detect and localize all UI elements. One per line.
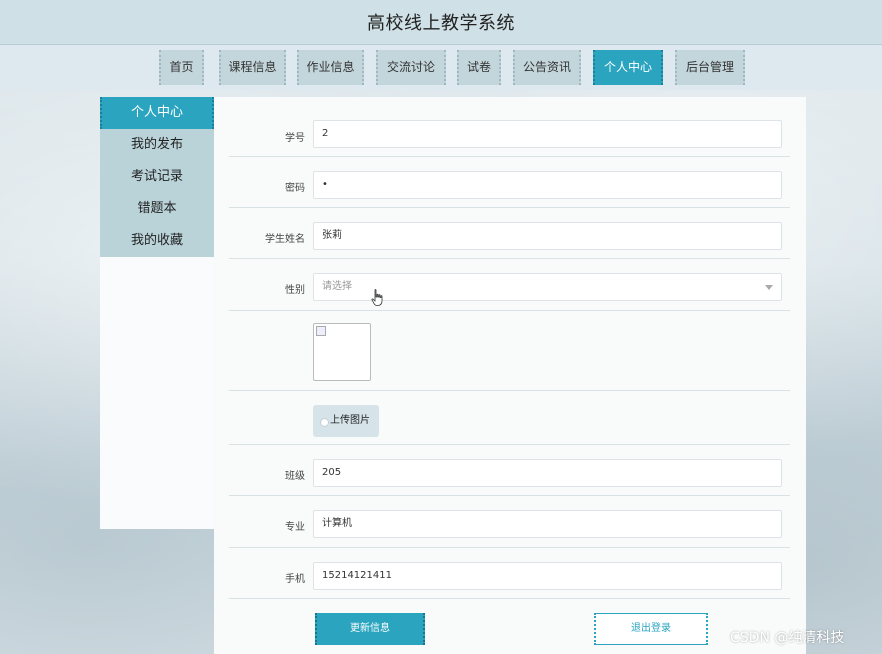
form-row-password: 密码 • xyxy=(229,156,790,208)
nav-item-profile[interactable]: 个人中心 xyxy=(593,50,663,85)
sidebar-item-profile[interactable]: 个人中心 xyxy=(100,97,214,129)
form-row-upload: 上传图片 xyxy=(229,390,790,445)
sidebar: 个人中心 我的发布 考试记录 错题本 我的收藏 xyxy=(100,97,214,529)
nav-item-admin[interactable]: 后台管理 xyxy=(675,50,745,85)
watermark: CSDN @纯清科技 xyxy=(730,630,845,646)
major-label: 专业 xyxy=(285,522,305,533)
site-title: 高校线上教学系统 xyxy=(367,13,515,34)
form-row-name: 学生姓名 张莉 xyxy=(229,207,790,259)
nav-item-homework[interactable]: 作业信息 xyxy=(297,50,364,85)
sidebar-item-exam-records[interactable]: 考试记录 xyxy=(100,161,214,193)
phone-input[interactable]: 15214121411 xyxy=(313,562,782,590)
form-row-phone: 手机 15214121411 xyxy=(229,547,790,599)
nav-item-home[interactable]: 首页 xyxy=(159,50,204,85)
update-info-button[interactable]: 更新信息 xyxy=(315,613,425,645)
major-input[interactable]: 计算机 xyxy=(313,510,782,538)
sidebar-item-favorites[interactable]: 我的收藏 xyxy=(100,225,214,257)
gender-select-placeholder: 请选择 xyxy=(322,281,352,292)
profile-form-panel: 学号 2 密码 • 学生姓名 张莉 性别 请选择 上传图片 班级 205 专业 … xyxy=(214,97,806,654)
password-label: 密码 xyxy=(285,183,305,194)
upload-icon xyxy=(320,418,329,427)
form-row-student-id: 学号 2 xyxy=(229,97,790,157)
sidebar-menu: 个人中心 我的发布 考试记录 错题本 我的收藏 xyxy=(100,97,214,257)
gender-label: 性别 xyxy=(285,285,305,296)
student-id-input[interactable]: 2 xyxy=(313,120,782,148)
class-input[interactable]: 205 xyxy=(313,459,782,487)
name-label: 学生姓名 xyxy=(265,234,305,245)
nav-item-discussion[interactable]: 交流讨论 xyxy=(376,50,446,85)
name-input[interactable]: 张莉 xyxy=(313,222,782,250)
phone-label: 手机 xyxy=(285,574,305,585)
form-row-class: 班级 205 xyxy=(229,444,790,496)
sidebar-item-wrong-questions[interactable]: 错题本 xyxy=(100,193,214,225)
nav-item-courses[interactable]: 课程信息 xyxy=(219,50,286,85)
site-header: 高校线上教学系统 xyxy=(0,0,882,45)
upload-image-button[interactable]: 上传图片 xyxy=(313,405,379,437)
class-label: 班级 xyxy=(285,471,305,482)
nav-item-exam[interactable]: 试卷 xyxy=(457,50,501,85)
password-input[interactable]: • xyxy=(313,171,782,199)
sidebar-item-my-posts[interactable]: 我的发布 xyxy=(100,129,214,161)
student-id-label: 学号 xyxy=(285,133,305,144)
top-nav: 首页 课程信息 作业信息 交流讨论 试卷 公告资讯 个人中心 后台管理 xyxy=(0,45,882,90)
chevron-down-icon xyxy=(765,285,773,290)
form-row-avatar xyxy=(229,310,790,391)
nav-item-news[interactable]: 公告资讯 xyxy=(513,50,581,85)
broken-image-icon xyxy=(316,326,326,336)
upload-image-label: 上传图片 xyxy=(330,415,370,426)
form-row-major: 专业 计算机 xyxy=(229,495,790,548)
hand-cursor-icon xyxy=(371,289,383,306)
avatar-image xyxy=(313,323,371,381)
form-row-gender: 性别 请选择 xyxy=(229,258,790,311)
logout-button[interactable]: 退出登录 xyxy=(594,613,708,645)
